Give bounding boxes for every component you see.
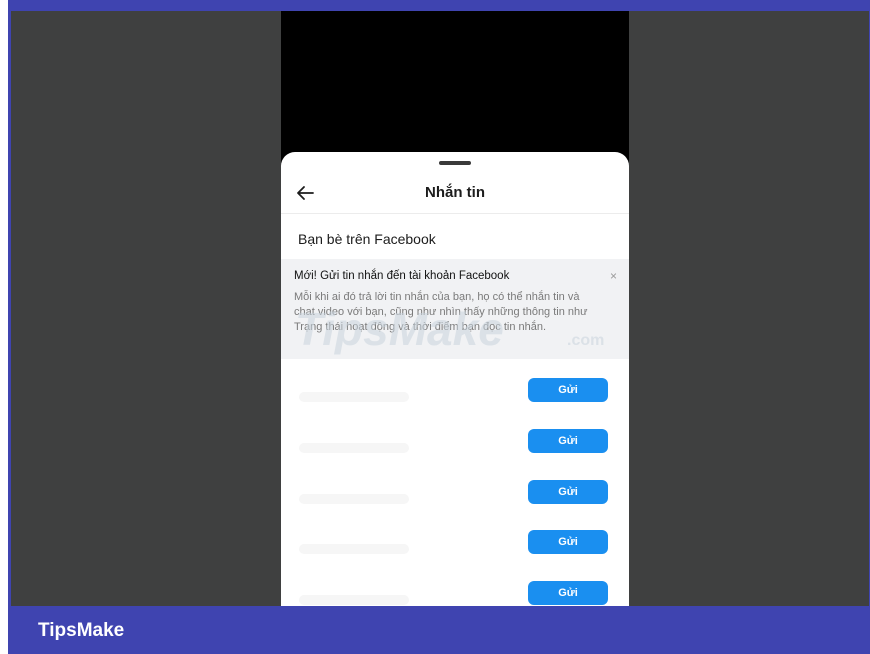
phone-screen-top — [281, 11, 629, 171]
contact-name-placeholder — [299, 443, 409, 453]
send-button[interactable]: Gửi — [528, 480, 608, 504]
sheet-header: Nhắn tin — [281, 170, 629, 214]
footer-brand-logo: TipsMake — [38, 620, 125, 641]
contact-name-placeholder — [299, 595, 409, 605]
video-stage: Nhắn tin Bạn bè trên Facebook Mới! Gửi t… — [11, 11, 869, 606]
sheet-title: Nhắn tin — [425, 184, 485, 201]
send-button[interactable]: Gửi — [528, 530, 608, 554]
contact-row: Gửi — [281, 530, 629, 574]
banner-body: Mỗi khi ai đó trả lời tin nhắn của bạn, … — [294, 291, 588, 333]
send-button[interactable]: Gửi — [528, 378, 608, 402]
sheet-grabber-handle[interactable] — [439, 161, 471, 165]
contact-name-placeholder — [299, 494, 409, 504]
send-button[interactable]: Gửi — [528, 581, 608, 605]
contact-row: Gửi — [281, 480, 629, 524]
send-button[interactable]: Gửi — [528, 429, 608, 453]
section-label-facebook-friends: Bạn bè trên Facebook — [298, 231, 436, 247]
close-icon[interactable]: × — [610, 269, 617, 283]
banner-title: Mới! Gửi tin nhắn đến tài khoản Facebook — [294, 270, 510, 282]
contact-row: Gửi — [281, 581, 629, 606]
messaging-sheet: Nhắn tin Bạn bè trên Facebook Mới! Gửi t… — [281, 152, 629, 606]
contact-name-placeholder — [299, 544, 409, 554]
contact-row: Gửi — [281, 378, 629, 422]
info-banner: Mới! Gửi tin nhắn đến tài khoản Facebook… — [281, 259, 629, 359]
contact-row: Gửi — [281, 429, 629, 473]
contact-name-placeholder — [299, 392, 409, 402]
